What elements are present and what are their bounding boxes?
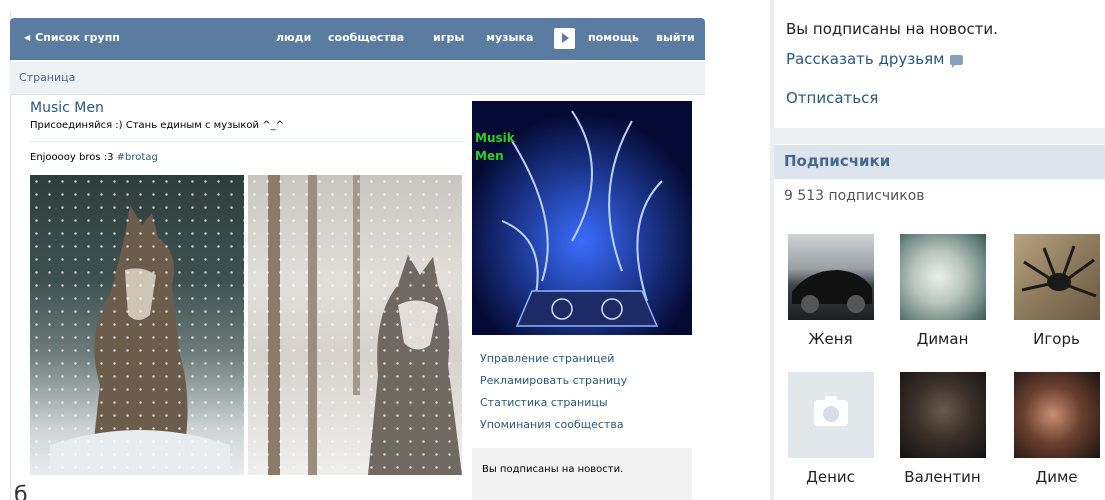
nav-people[interactable]: люди xyxy=(276,31,311,44)
breadcrumb-label: Страница xyxy=(19,71,76,84)
play-icon[interactable] xyxy=(554,28,575,49)
subscribed-status: Вы подписаны на новости. xyxy=(786,20,998,38)
subscribers-header[interactable]: Подписчики xyxy=(774,145,1105,179)
subscriber-card[interactable]: Валентин xyxy=(890,372,986,500)
camera-icon xyxy=(814,396,848,426)
page-actions-list: Управление страницей Рекламировать стран… xyxy=(480,348,627,436)
top-navigation-bar: ◀ Список групп люди сообщества игры музык… xyxy=(10,18,705,60)
car-image xyxy=(792,270,872,313)
subscriber-name: Денис xyxy=(806,468,855,486)
back-arrow-icon: ◀ xyxy=(24,33,31,42)
nav-games[interactable]: игры xyxy=(433,31,464,44)
screenshot-root: ◀ Список групп люди сообщества игры музык… xyxy=(0,0,1105,500)
subscribed-text: Вы подписаны на новости. xyxy=(482,464,624,475)
subscriber-card[interactable]: Игорь xyxy=(1004,234,1100,364)
avatar-caption: Musik Men xyxy=(475,131,515,163)
subscriber-name: Игорь xyxy=(1033,330,1080,348)
hashtag-link[interactable]: #brotag xyxy=(117,152,158,163)
advertise-page-link[interactable]: Рекламировать страницу xyxy=(480,370,627,392)
divider xyxy=(30,141,465,142)
subscriber-avatar xyxy=(900,234,986,320)
post-photo-wolf-2[interactable] xyxy=(248,175,462,475)
subscriber-avatar xyxy=(1014,372,1100,458)
spider-image xyxy=(1021,245,1097,298)
subscriber-name: Валентин xyxy=(904,468,981,486)
breadcrumb: Страница xyxy=(10,62,705,95)
unsubscribe-link[interactable]: Отписаться xyxy=(786,89,878,107)
subscriber-name: Диман xyxy=(916,330,969,348)
subscriber-avatar xyxy=(788,234,874,320)
subscriber-name: Диме xyxy=(1035,468,1078,486)
subscriber-card[interactable]: Денис xyxy=(778,372,874,500)
back-label: Список групп xyxy=(35,31,120,44)
page-statistics-link[interactable]: Статистика страницы xyxy=(480,392,627,414)
group-avatar[interactable]: Musik Men xyxy=(472,101,692,335)
subscriber-avatar xyxy=(788,372,874,458)
subscriber-card[interactable]: Женя xyxy=(778,234,874,364)
post-photo-wolf-1[interactable] xyxy=(30,175,244,475)
subscriber-avatar xyxy=(900,372,986,458)
subscribers-count[interactable]: 9 513 подписчиков xyxy=(784,188,925,204)
manage-page-link[interactable]: Управление страницей xyxy=(480,348,627,370)
nav-help[interactable]: помощь xyxy=(588,31,639,44)
zoomed-sidebar: Вы подписаны на новости. Рассказать друз… xyxy=(770,0,1105,500)
post-body: Enjoooоy bros :3 xyxy=(30,152,117,163)
group-title: Music Men xyxy=(30,100,104,116)
post-text: Enjoooоy bros :3 #brotag xyxy=(30,152,158,163)
comment-bubble-icon xyxy=(950,55,964,68)
subscribers-title: Подписчики xyxy=(784,152,891,170)
group-page: ◀ Список групп люди сообщества игры музык… xyxy=(10,10,705,500)
subscriber-card[interactable]: Диман xyxy=(890,234,986,364)
subscriber-card[interactable]: Диме xyxy=(1004,372,1100,500)
subscription-box: Вы подписаны на новости. xyxy=(472,448,692,500)
tell-friends-link[interactable]: Рассказать друзьям xyxy=(786,50,964,68)
nav-logout[interactable]: выйти xyxy=(656,31,695,44)
group-status: Присоединяйся :) Стань единым с музыкой … xyxy=(30,120,284,131)
cropped-text: б xyxy=(14,483,28,500)
tell-friends-label: Рассказать друзьям xyxy=(786,50,945,68)
subscriber-avatar xyxy=(1014,234,1100,320)
back-to-groups-link[interactable]: ◀ Список групп xyxy=(24,31,120,44)
community-mentions-link[interactable]: Упоминания сообщества xyxy=(480,414,627,436)
subscriber-name: Женя xyxy=(808,330,853,348)
nav-music[interactable]: музыка xyxy=(486,31,533,44)
divider xyxy=(774,128,1105,144)
nav-communities[interactable]: сообщества xyxy=(328,31,404,44)
